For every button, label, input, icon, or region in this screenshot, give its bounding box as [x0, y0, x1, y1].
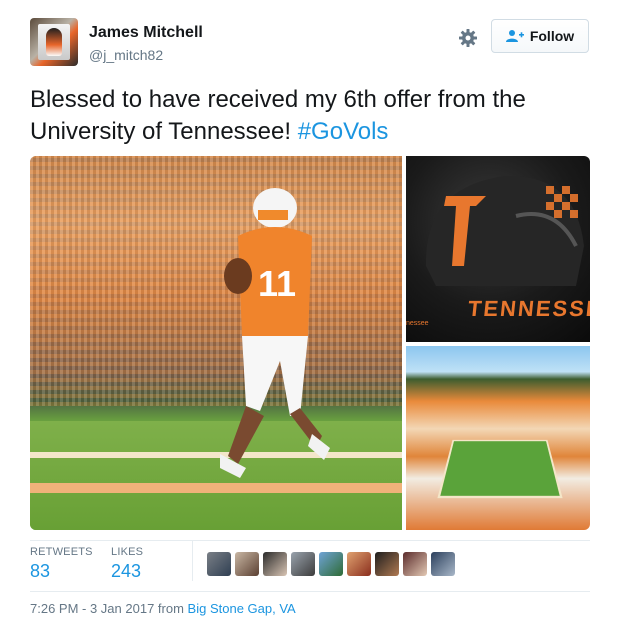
field-sideline: [30, 452, 402, 458]
liker-avatar[interactable]: [375, 552, 399, 576]
liker-avatar[interactable]: [207, 552, 231, 576]
follow-button-label: Follow: [529, 28, 575, 44]
retweets-label[interactable]: RETWEETS: [30, 546, 93, 558]
follow-button[interactable]: Follow: [491, 19, 589, 53]
author-name[interactable]: James Mitchell: [89, 24, 203, 42]
from-text: from: [154, 601, 188, 616]
stadium-field: [437, 439, 563, 499]
liker-avatar[interactable]: [263, 552, 287, 576]
likes-label[interactable]: LIKES: [111, 546, 143, 558]
author-avatar[interactable]: [30, 18, 78, 66]
tweet-meta: 7:26 PM - 3 Jan 2017 from Big Stone Gap,…: [30, 601, 296, 616]
endzone-stripe: [30, 483, 402, 493]
helmet-brand-text: TENNESSEE: [466, 296, 590, 321]
football-field: [30, 421, 402, 530]
football-player-figure: 11: [220, 188, 330, 478]
tweet-text: Blessed to have received my 6th offer fr…: [30, 84, 590, 148]
author-handle[interactable]: @j_mitch82: [89, 47, 163, 63]
helmet-graphic: [425, 175, 584, 286]
photo-player-touchdown[interactable]: 11: [30, 156, 402, 530]
media-grid[interactable]: 11 TENNESSEE nessee: [30, 156, 590, 530]
liker-avatar[interactable]: [291, 552, 315, 576]
photo-helmet[interactable]: TENNESSEE nessee: [406, 156, 590, 342]
stats-divider: [30, 540, 590, 541]
likes-count[interactable]: 243: [111, 561, 141, 582]
tweet-timestamp[interactable]: 7:26 PM - 3 Jan 2017: [30, 601, 154, 616]
gear-icon: [459, 29, 477, 47]
helmet-small-text: nessee: [406, 320, 429, 327]
liker-avatar[interactable]: [403, 552, 427, 576]
settings-button[interactable]: [457, 27, 479, 49]
add-user-icon: [505, 30, 524, 42]
stadium-crowd: [30, 156, 402, 406]
liker-avatar[interactable]: [347, 552, 371, 576]
meta-divider: [30, 591, 590, 592]
stats-separator: [192, 541, 193, 581]
likers-avatars: [207, 552, 455, 576]
retweets-count[interactable]: 83: [30, 561, 50, 582]
jersey-number: 11: [258, 263, 296, 304]
liker-avatar[interactable]: [235, 552, 259, 576]
photo-stadium[interactable]: [406, 346, 590, 530]
liker-avatar[interactable]: [431, 552, 455, 576]
avatar-photo-figure: [46, 28, 62, 56]
liker-avatar[interactable]: [319, 552, 343, 576]
location-link[interactable]: Big Stone Gap, VA: [188, 601, 296, 616]
tweet-body: Blessed to have received my 6th offer fr…: [30, 86, 526, 145]
hashtag-link[interactable]: #GoVols: [298, 118, 389, 145]
